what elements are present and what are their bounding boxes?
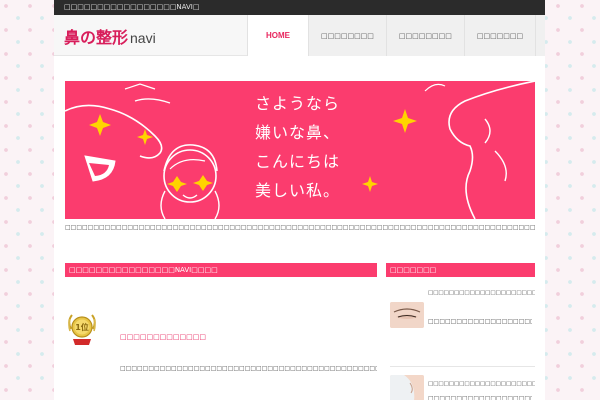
banner-line-1: さようなら xyxy=(255,94,341,113)
top-bar-text: □□□□□□□□□□□□□□□□□NAVI□ xyxy=(64,3,200,11)
nav-item-4[interactable]: □□□□□□□ xyxy=(463,15,536,56)
banner-line-2: 嫌いな鼻、 xyxy=(255,123,341,142)
rank-1-medal-icon: 1位 xyxy=(67,311,97,351)
top-bar: □□□□□□□□□□□□□□□□□NAVI□ xyxy=(54,0,545,15)
divider xyxy=(390,366,535,367)
logo-title: 鼻の整形 xyxy=(64,28,129,47)
rank-1-title-link[interactable]: □□□□□□□□□□□□□ xyxy=(120,333,206,341)
intro-text: □□□□□□□□□□□□□□□□□□□□□□□□□□□□□□□□□□□□□□□□… xyxy=(65,224,535,231)
site-header: 鼻の整形 navi HOME □□□□□□□□ □□□□□□□□ □□□□□□□ … xyxy=(54,15,545,56)
logo-sub: navi xyxy=(130,30,156,46)
site-logo[interactable]: 鼻の整形 navi xyxy=(64,24,156,48)
rank-1-description: □□□□□□□□□□□□□□□□□□□□□□□□□□□□□□□□□□□□□□□□… xyxy=(120,365,377,372)
sidebar-item[interactable]: □□□□□□□□□□□□□□□□□□□□□□□□□□□□□ xyxy=(390,289,535,297)
sidebar-item-title[interactable]: □□□□□□□□□□□□□□□□□□□□□□□□□□□□□ xyxy=(428,289,535,297)
banner-line-4: 美しい私。 xyxy=(255,181,341,200)
nav-item-2[interactable]: □□□□□□□□ xyxy=(308,15,386,56)
banner-headline: さようなら 嫌いな鼻、 こんにちは 美しい私。 xyxy=(255,89,340,205)
rank-label: 1位 xyxy=(75,322,89,332)
sidebar-item-text: □□□□□□□□□□□□□□□□□□□□□□□□□□□□□□□□□□□□□□□□… xyxy=(428,318,532,325)
nav-home[interactable]: HOME xyxy=(247,15,308,56)
sidebar-title: □□□□□□□ xyxy=(386,263,535,277)
sidebar-item-text: □□□□□□□□□□□□□□□□□□□□□□□□□□□□□□□□ xyxy=(428,395,532,400)
hero-banner[interactable]: さようなら 嫌いな鼻、 こんにちは 美しい私。 xyxy=(65,81,535,219)
page-container: 鼻の整形 navi HOME □□□□□□□□ □□□□□□□□ □□□□□□□ … xyxy=(54,15,545,400)
ranking-section-title: □□□□□□□□□□□□□□□□NAVI□□□□ xyxy=(65,263,377,277)
sidebar-thumbnail-eye[interactable] xyxy=(390,302,424,328)
nav-item-5[interactable]: □□□□□ xyxy=(535,15,545,56)
nav-item-3[interactable]: □□□□□□□□ xyxy=(385,15,464,56)
sidebar-thumbnail-face[interactable] xyxy=(390,375,424,400)
sidebar-item-title[interactable]: □□□□□□□□□□□□□□□□□□□□□□□□ xyxy=(428,380,535,388)
banner-line-3: こんにちは xyxy=(255,152,341,171)
main-nav: HOME □□□□□□□□ □□□□□□□□ □□□□□□□ □□□□□ xyxy=(247,15,545,56)
